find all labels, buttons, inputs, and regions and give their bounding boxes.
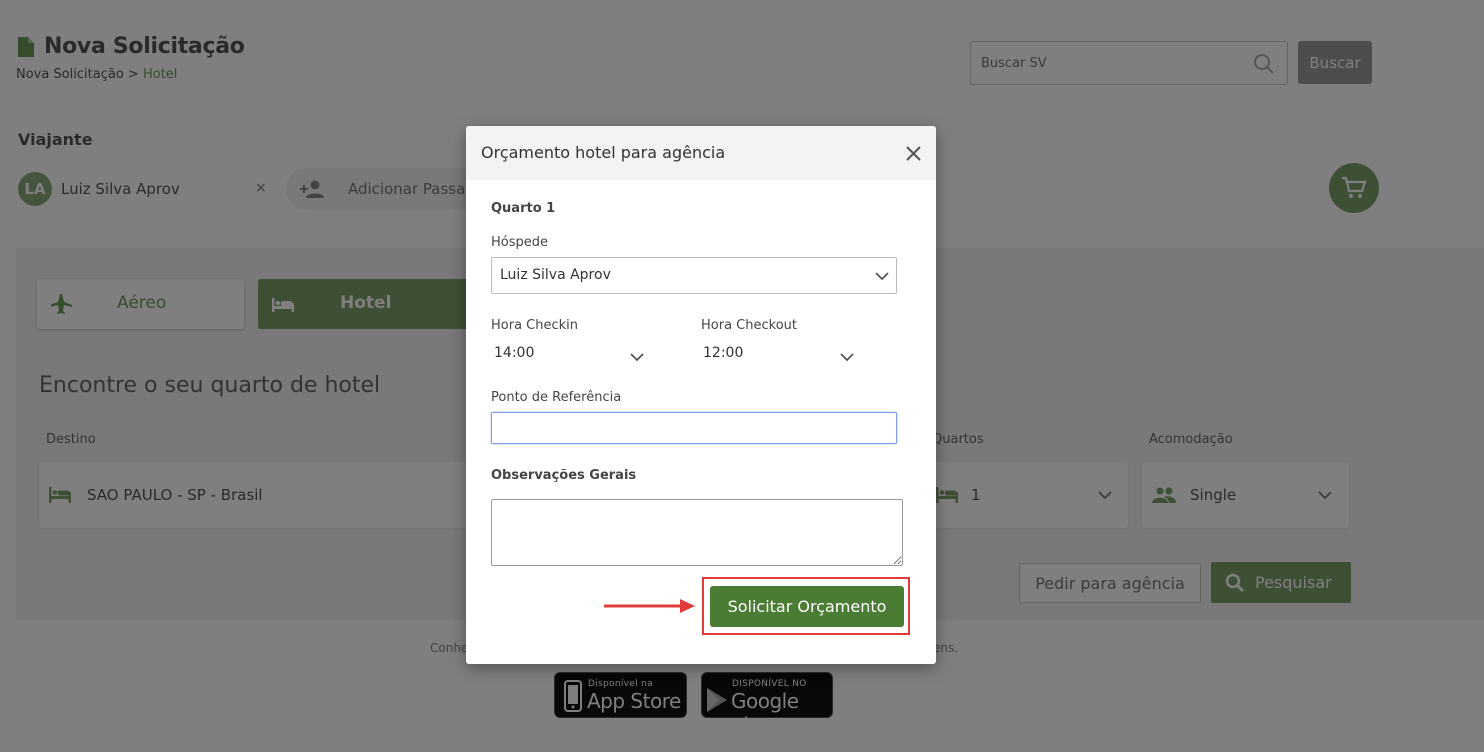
guest-label: Hóspede (491, 235, 549, 250)
checkout-value: 12:00 (703, 345, 744, 361)
checkin-select[interactable]: 14:00 (491, 341, 651, 369)
notes-textarea[interactable] (491, 499, 903, 566)
modal-title: Orçamento hotel para agência (481, 143, 726, 162)
reference-label: Ponto de Referência (491, 390, 622, 405)
request-quote-button[interactable]: Solicitar Orçamento (710, 586, 904, 627)
room-label: Quarto 1 (491, 201, 556, 216)
checkout-select[interactable]: 12:00 (701, 341, 861, 369)
notes-label: Observações Gerais (491, 468, 637, 483)
guest-value: Luiz Silva Aprov (500, 267, 611, 283)
chevron-down-icon (875, 272, 889, 281)
modal-header: Orçamento hotel para agência (466, 126, 936, 180)
chevron-down-icon (840, 353, 854, 362)
checkout-label: Hora Checkout (701, 318, 797, 333)
reference-input[interactable] (491, 412, 897, 444)
checkin-value: 14:00 (494, 345, 535, 361)
annotation-arrow (604, 599, 695, 613)
close-icon[interactable] (906, 146, 921, 161)
checkin-label: Hora Checkin (491, 318, 579, 333)
chevron-down-icon (630, 353, 644, 362)
guest-select[interactable]: Luiz Silva Aprov (491, 257, 897, 294)
quote-modal: Orçamento hotel para agência Quarto 1 Hó… (466, 126, 936, 664)
